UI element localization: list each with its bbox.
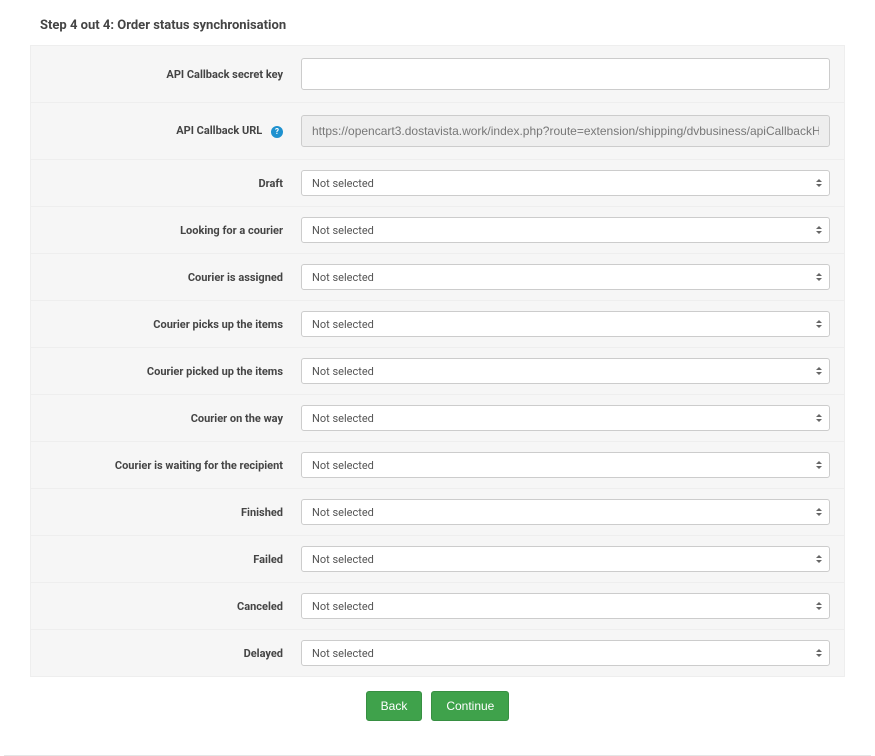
- row-status-courier-waiting: Courier is waiting for the recipient Not…: [31, 442, 844, 489]
- select-display-looking-for-courier: Not selected: [301, 217, 830, 243]
- label-api-callback-url: API Callback URL ?: [45, 124, 301, 137]
- label-status-courier-on-way: Courier on the way: [45, 412, 301, 425]
- row-status-delayed: Delayed Not selected: [31, 630, 844, 676]
- row-status-canceled: Canceled Not selected: [31, 583, 844, 630]
- select-display-courier-waiting: Not selected: [301, 452, 830, 478]
- label-status-courier-picks-up: Courier picks up the items: [45, 318, 301, 331]
- row-status-courier-picked-up: Courier picked up the items Not selected: [31, 348, 844, 395]
- label-status-delayed: Delayed: [45, 647, 301, 660]
- select-status-failed[interactable]: Not selected: [301, 546, 830, 572]
- select-status-delayed[interactable]: Not selected: [301, 640, 830, 666]
- select-status-looking-for-courier[interactable]: Not selected: [301, 217, 830, 243]
- select-status-courier-waiting[interactable]: Not selected: [301, 452, 830, 478]
- select-status-courier-assigned[interactable]: Not selected: [301, 264, 830, 290]
- label-status-failed: Failed: [45, 553, 301, 566]
- select-display-failed: Not selected: [301, 546, 830, 572]
- label-status-finished: Finished: [45, 506, 301, 519]
- help-icon[interactable]: ?: [271, 126, 283, 138]
- select-display-courier-on-way: Not selected: [301, 405, 830, 431]
- form-panel: API Callback secret key API Callback URL…: [30, 45, 845, 677]
- select-status-finished[interactable]: Not selected: [301, 499, 830, 525]
- row-status-finished: Finished Not selected: [31, 489, 844, 536]
- label-status-draft: Draft: [45, 177, 301, 190]
- input-api-callback-url: [301, 115, 830, 147]
- back-button[interactable]: Back: [366, 691, 423, 721]
- select-display-finished: Not selected: [301, 499, 830, 525]
- input-api-secret-key[interactable]: [301, 58, 830, 90]
- button-bar: Back Continue: [30, 677, 845, 727]
- select-display-courier-picked-up: Not selected: [301, 358, 830, 384]
- continue-button[interactable]: Continue: [431, 691, 509, 721]
- label-api-callback-url-text: API Callback URL: [176, 124, 262, 137]
- row-status-courier-assigned: Courier is assigned Not selected: [31, 254, 844, 301]
- row-api-callback-url: API Callback URL ?: [31, 103, 844, 160]
- row-status-draft: Draft Not selected: [31, 160, 844, 207]
- row-status-courier-picks-up: Courier picks up the items Not selected: [31, 301, 844, 348]
- row-status-courier-on-way: Courier on the way Not selected: [31, 395, 844, 442]
- select-status-draft[interactable]: Not selected: [301, 170, 830, 196]
- label-status-looking-for-courier: Looking for a courier: [45, 224, 301, 237]
- label-status-courier-waiting: Courier is waiting for the recipient: [45, 459, 301, 472]
- select-status-courier-picked-up[interactable]: Not selected: [301, 358, 830, 384]
- select-display-courier-picks-up: Not selected: [301, 311, 830, 337]
- select-status-canceled[interactable]: Not selected: [301, 593, 830, 619]
- select-display-courier-assigned: Not selected: [301, 264, 830, 290]
- label-status-courier-assigned: Courier is assigned: [45, 271, 301, 284]
- label-status-canceled: Canceled: [45, 600, 301, 613]
- select-status-courier-on-way[interactable]: Not selected: [301, 405, 830, 431]
- select-status-courier-picks-up[interactable]: Not selected: [301, 311, 830, 337]
- select-display-delayed: Not selected: [301, 640, 830, 666]
- select-display-draft: Not selected: [301, 170, 830, 196]
- row-status-failed: Failed Not selected: [31, 536, 844, 583]
- page-title: Step 4 out 4: Order status synchronisati…: [30, 10, 845, 45]
- label-api-secret-key: API Callback secret key: [45, 68, 301, 81]
- row-api-secret-key: API Callback secret key: [31, 46, 844, 103]
- select-display-canceled: Not selected: [301, 593, 830, 619]
- row-status-looking-for-courier: Looking for a courier Not selected: [31, 207, 844, 254]
- label-status-courier-picked-up: Courier picked up the items: [45, 365, 301, 378]
